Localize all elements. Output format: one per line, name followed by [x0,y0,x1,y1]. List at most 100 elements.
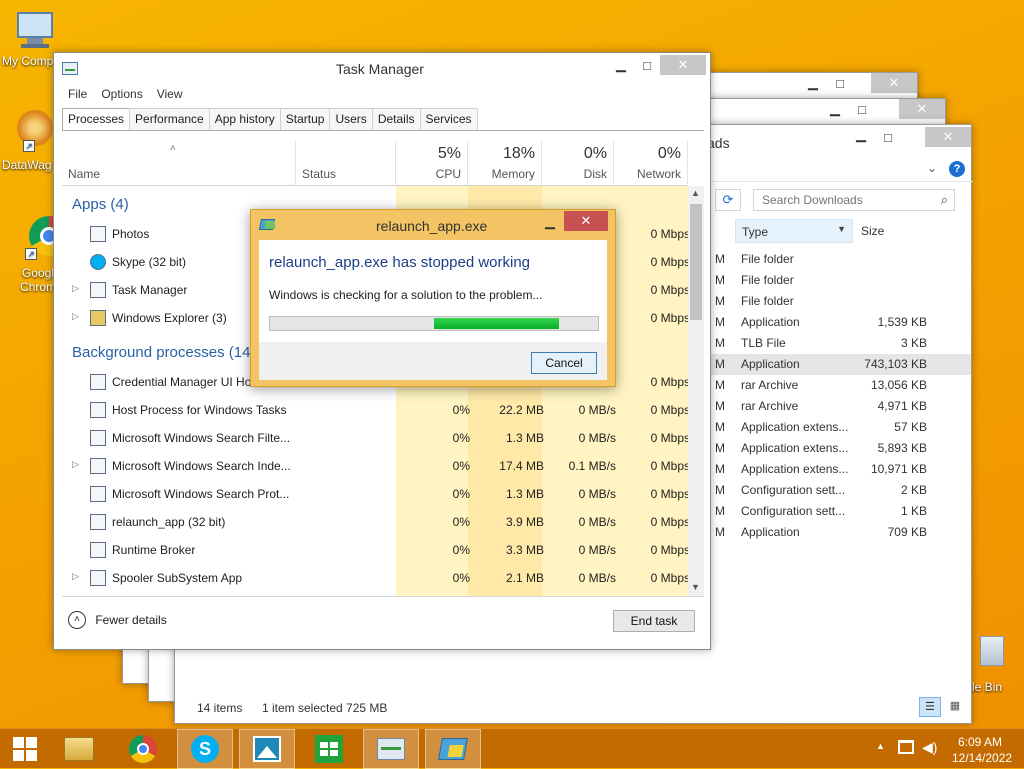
maximize-button[interactable]: □ [849,99,875,119]
process-memory: 1.3 MB [505,431,544,445]
minimize-button[interactable]: ▁ [608,55,634,75]
taskbar-file-explorer[interactable] [51,729,107,769]
scroll-down-arrow[interactable]: ▼ [691,582,700,592]
large-icons-view-button[interactable]: ▦ [945,697,965,717]
scroll-up-arrow[interactable]: ▲ [691,188,700,198]
file-row[interactable]: M Application extens... 57 KB [711,417,971,438]
maximize-button[interactable]: □ [634,55,660,75]
column-header-status[interactable]: Status [296,141,396,185]
file-size: 13,056 KB [870,378,927,392]
taskbar-relaunch-app[interactable] [425,729,481,769]
expand-arrow-icon[interactable]: ▷ [72,571,79,582]
chevron-down-icon[interactable]: ⌄ [927,161,937,175]
taskbar-skype[interactable]: S [177,729,233,769]
close-button[interactable]: ✕ [925,127,971,147]
help-icon[interactable]: ? [949,161,965,177]
tab-performance[interactable]: Performance [129,108,210,130]
file-row[interactable]: M Application 743,103 KB [711,354,971,375]
error-dialog[interactable]: relaunch_app.exe ▁ ✕ relaunch_app.exe ha… [250,209,616,387]
minimize-button[interactable]: ▁ [537,212,563,232]
menu-options[interactable]: Options [101,87,142,101]
clock-time[interactable]: 6:09 AM [958,735,1002,749]
minimize-button[interactable]: ▁ [821,99,849,119]
file-row[interactable]: M Application 1,539 KB [711,312,971,333]
file-row[interactable]: M TLB File 3 KB [711,333,971,354]
clock-date[interactable]: 12/14/2022 [952,751,1012,765]
close-button[interactable]: ✕ [564,211,608,231]
column-header-memory[interactable]: 18% Memory [468,141,542,185]
tab-users[interactable]: Users [329,108,373,130]
file-size: 5,893 KB [877,441,927,455]
minimize-button[interactable]: ▁ [847,125,875,145]
process-row[interactable]: ▷ Spooler SubSystem App 0% 2.1 MB 0 MB/s 0 Mb… [62,564,688,592]
file-row[interactable]: M File folder [711,270,971,291]
process-row[interactable]: Host Process for Windows Tasks 0% 22.2 MB 0… [62,396,688,424]
maximize-button[interactable]: □ [875,127,901,147]
column-header-type[interactable]: Type ▼ [735,219,853,243]
file-row[interactable]: M Application 709 KB [711,522,971,543]
process-row[interactable]: Microsoft Windows Search Filte... 0% 1.3 M… [62,424,688,452]
fewer-details-button[interactable]: ˄ Fewer details [68,611,167,631]
show-hidden-icons-button[interactable]: ▲ [876,741,885,751]
column-label: Disk [583,167,607,181]
tab-processes[interactable]: Processes [62,108,131,131]
column-header-network[interactable]: 0% Network [614,141,688,185]
start-button[interactable] [0,729,50,769]
network-icon[interactable] [898,740,914,754]
process-network: 0 Mbps [650,283,688,297]
column-header-name[interactable]: ˄ Name [62,141,296,185]
sort-dropdown-icon[interactable]: ▼ [837,224,846,234]
file-type: File folder [741,294,794,308]
volume-icon[interactable]: ◀) [922,739,937,756]
search-input[interactable] [754,190,924,210]
photos-icon [253,736,281,762]
close-button[interactable]: ✕ [899,99,945,119]
file-row[interactable]: Mrar Archive 4,971 KB [711,396,971,417]
file-size: 3 KB [900,336,927,350]
expand-arrow-icon[interactable]: ▷ [72,459,79,470]
process-row[interactable]: relaunch_app (32 bit) 0% 3.9 MB 0 MB/s 0 Mbp… [62,508,688,536]
close-button[interactable]: ✕ [871,73,917,93]
taskbar-chrome[interactable] [115,729,171,769]
process-row[interactable]: Microsoft Windows Search Prot... 0% 1.3 MB… [62,480,688,508]
menu-view[interactable]: View [157,87,183,101]
minimize-button[interactable]: ▁ [799,73,827,93]
process-row[interactable]: ▷ Microsoft Windows Search Inde... 0% 17.4 … [62,452,688,480]
menu-file[interactable]: File [68,87,87,101]
tab-startup[interactable]: Startup [279,108,331,130]
taskbar-task-manager[interactable] [363,729,419,769]
column-header-cpu[interactable]: 5% CPU [396,141,468,185]
tab-services[interactable]: Services [419,108,478,130]
file-name-fragment: M [715,378,725,392]
column-header-disk[interactable]: 0% Disk [542,141,614,185]
file-row[interactable]: Mrar Archive 13,056 KB [711,375,971,396]
column-header-size[interactable]: Size [861,224,884,238]
file-row[interactable]: M File folder [711,249,971,270]
file-name-fragment: M [715,336,725,350]
expand-arrow-icon[interactable]: ▷ [72,311,79,322]
expand-arrow-icon[interactable]: ▷ [72,283,79,294]
close-button[interactable]: ✕ [660,55,706,75]
process-row[interactable]: Runtime Broker 0% 3.3 MB 0 MB/s 0 Mbps [62,536,688,564]
end-task-button[interactable]: End task [613,610,695,632]
skype-icon [90,254,106,270]
file-row[interactable]: M Application extens... 5,893 KB [711,438,971,459]
file-row[interactable]: M Configuration sett... 2 KB [711,480,971,501]
tab-app-history[interactable]: App history [208,108,281,130]
file-row[interactable]: M Application extens... 10,971 KB [711,459,971,480]
details-view-button[interactable]: ☰ [919,697,941,717]
file-type: File folder [741,273,794,287]
window-title: Task Manager [336,61,424,77]
vertical-scrollbar[interactable]: ▲ ▼ [688,186,704,596]
scrollbar-thumb[interactable] [690,204,702,320]
tab-details[interactable]: Details [371,108,421,130]
file-type: Application extens... [741,441,849,455]
cancel-button[interactable]: Cancel [531,352,597,374]
taskbar-photos[interactable] [239,729,295,769]
refresh-button[interactable]: ⟳ [715,189,741,211]
file-row[interactable]: M Configuration sett... 1 KB [711,501,971,522]
taskbar-store[interactable] [301,729,357,769]
maximize-button[interactable]: □ [827,73,853,93]
search-field[interactable]: ⌕ [753,189,955,211]
file-row[interactable]: M File folder [711,291,971,312]
